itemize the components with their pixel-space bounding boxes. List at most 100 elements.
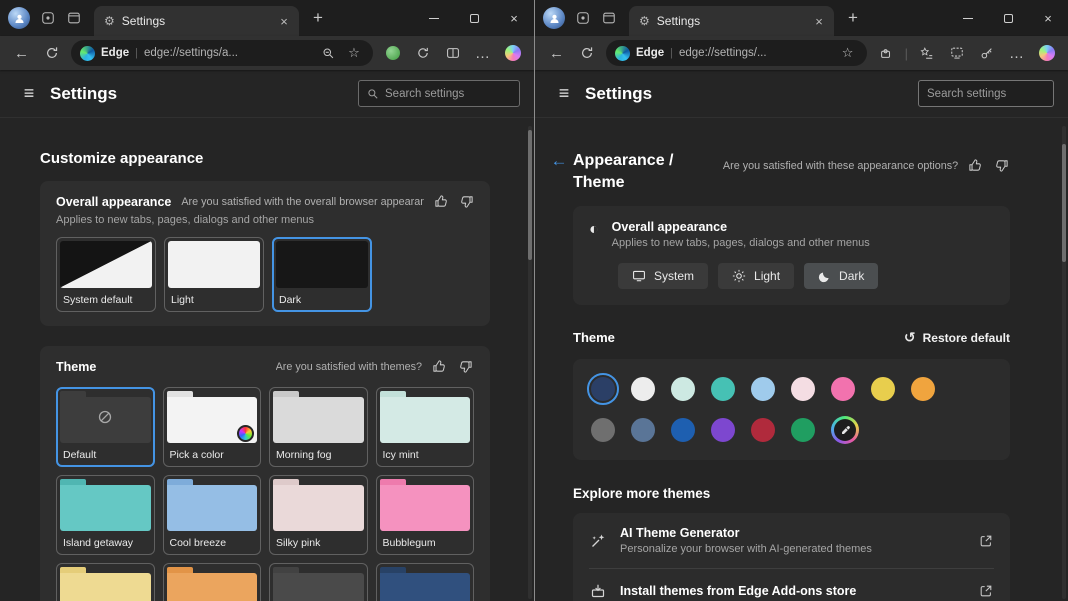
appearance-option-system[interactable]: System default xyxy=(56,237,156,312)
favorite-star-icon[interactable]: ☆ xyxy=(344,43,364,63)
theme-color-swatch[interactable] xyxy=(711,418,735,442)
menu-button[interactable]: ≡ xyxy=(551,81,577,107)
thumbs-down-icon[interactable] xyxy=(457,358,474,375)
copilot-icon[interactable] xyxy=(1033,40,1060,66)
theme-tile-pick-a-color[interactable]: Pick a color xyxy=(163,387,262,467)
close-button[interactable]: × xyxy=(1028,0,1068,36)
address-bar[interactable]: Edge | edge://settings/... ☆ xyxy=(606,40,867,66)
back-button[interactable]: ← xyxy=(8,40,35,66)
mode-label: Light xyxy=(754,269,780,283)
scrollbar[interactable] xyxy=(1062,126,1066,599)
open-external-icon[interactable] xyxy=(978,533,994,549)
theme-color-swatch[interactable] xyxy=(911,377,935,401)
scrollbar-thumb[interactable] xyxy=(1062,144,1066,262)
theme-tile-cool-breeze[interactable]: Cool breeze xyxy=(163,475,262,555)
theme-tile-icy-mint[interactable]: Icy mint xyxy=(376,387,475,467)
thumbs-up-icon[interactable] xyxy=(431,358,448,375)
web-capture-icon[interactable] xyxy=(943,40,970,66)
scrollbar[interactable] xyxy=(528,126,532,599)
theme-label: Island getaway xyxy=(60,531,151,551)
theme-color-swatch[interactable] xyxy=(791,418,815,442)
theme-color-swatch-selected[interactable] xyxy=(591,377,615,401)
address-bar[interactable]: Edge | edge://settings/a... ☆ xyxy=(71,40,373,66)
open-external-icon[interactable] xyxy=(978,583,994,599)
theme-color-swatch[interactable] xyxy=(631,418,655,442)
install-themes-row[interactable]: Install themes from Edge Add-ons store xyxy=(589,568,994,601)
maximize-button[interactable] xyxy=(988,0,1028,36)
appearance-option-dark[interactable]: Dark xyxy=(272,237,372,312)
favorites-icon[interactable] xyxy=(913,40,940,66)
theme-tile-bubblegum[interactable]: Bubblegum xyxy=(376,475,475,555)
new-tab-button[interactable]: + xyxy=(305,5,331,31)
settings-search[interactable] xyxy=(918,80,1054,107)
tab-close-icon[interactable]: × xyxy=(810,12,828,30)
ai-theme-generator-row[interactable]: AI Theme Generator Personalize your brow… xyxy=(589,513,994,568)
theme-color-swatch[interactable] xyxy=(831,377,855,401)
theme-tile[interactable] xyxy=(269,563,368,601)
theme-tile-silky-pink[interactable]: Silky pink xyxy=(269,475,368,555)
mode-system-button[interactable]: System xyxy=(618,263,708,289)
extension-icon[interactable] xyxy=(379,40,406,66)
search-input[interactable] xyxy=(927,88,1045,100)
minimize-button[interactable] xyxy=(414,0,454,36)
favorite-star-icon[interactable]: ☆ xyxy=(838,43,858,63)
mode-light-button[interactable]: Light xyxy=(718,263,794,289)
passwords-icon[interactable] xyxy=(973,40,1000,66)
url-text: edge://settings/... xyxy=(679,47,832,59)
profile-avatar[interactable] xyxy=(543,7,565,29)
theme-color-swatch[interactable] xyxy=(671,418,695,442)
restore-default-button[interactable]: ↺ Restore default xyxy=(904,329,1010,346)
theme-color-swatch[interactable] xyxy=(791,377,815,401)
theme-color-swatch[interactable] xyxy=(751,418,775,442)
theme-tile-morning-fog[interactable]: Morning fog xyxy=(269,387,368,467)
tab-close-icon[interactable]: × xyxy=(275,12,293,30)
thumbs-up-icon[interactable] xyxy=(433,193,449,210)
copilot-icon[interactable] xyxy=(499,40,526,66)
theme-tile-island-getaway[interactable]: Island getaway xyxy=(56,475,155,555)
theme-label: Icy mint xyxy=(380,443,471,463)
refresh-button[interactable] xyxy=(38,40,65,66)
tab-actions-icon[interactable] xyxy=(597,6,621,30)
new-tab-button[interactable]: + xyxy=(840,5,866,31)
mode-dark-button[interactable]: Dark xyxy=(804,263,878,289)
back-button[interactable]: ← xyxy=(543,40,570,66)
titlebar: ⚙ Settings × + × xyxy=(0,0,534,36)
theme-tile[interactable] xyxy=(163,563,262,601)
refresh-button[interactable] xyxy=(573,40,600,66)
theme-tile[interactable] xyxy=(376,563,475,601)
theme-color-swatch[interactable] xyxy=(871,377,895,401)
tab-actions-icon[interactable] xyxy=(62,6,86,30)
workspaces-icon[interactable] xyxy=(36,6,60,30)
profile-avatar[interactable] xyxy=(8,7,30,29)
thumbs-down-icon[interactable] xyxy=(458,193,474,210)
theme-color-swatch[interactable] xyxy=(631,377,655,401)
search-input[interactable] xyxy=(385,88,511,100)
theme-color-swatch[interactable] xyxy=(591,418,615,442)
feedback-question: Are you satisfied with themes? xyxy=(276,361,422,373)
zoom-out-icon[interactable] xyxy=(318,43,338,63)
back-arrow[interactable]: ← xyxy=(549,151,569,171)
extensions-icon[interactable] xyxy=(873,40,900,66)
swirl-extension-icon[interactable] xyxy=(409,40,436,66)
more-menu-button[interactable]: … xyxy=(1003,40,1030,66)
thumbs-down-icon[interactable] xyxy=(993,157,1010,174)
theme-tile[interactable] xyxy=(56,563,155,601)
browser-tab-settings[interactable]: ⚙ Settings × xyxy=(94,6,299,36)
scrollbar-thumb[interactable] xyxy=(528,130,532,260)
menu-button[interactable]: ≡ xyxy=(16,81,42,107)
workspaces-icon[interactable] xyxy=(571,6,595,30)
split-screen-icon[interactable] xyxy=(439,40,466,66)
custom-color-picker[interactable] xyxy=(831,416,859,444)
theme-color-swatch[interactable] xyxy=(711,377,735,401)
appearance-option-light[interactable]: Light xyxy=(164,237,264,312)
theme-color-swatch[interactable] xyxy=(751,377,775,401)
browser-tab-settings[interactable]: ⚙ Settings × xyxy=(629,6,834,36)
more-menu-button[interactable]: … xyxy=(469,40,496,66)
theme-color-swatch[interactable] xyxy=(671,377,695,401)
theme-tile-default[interactable]: Default xyxy=(56,387,155,467)
maximize-button[interactable] xyxy=(454,0,494,36)
minimize-button[interactable] xyxy=(948,0,988,36)
close-button[interactable]: × xyxy=(494,0,534,36)
thumbs-up-icon[interactable] xyxy=(967,157,984,174)
settings-search[interactable] xyxy=(358,80,520,107)
